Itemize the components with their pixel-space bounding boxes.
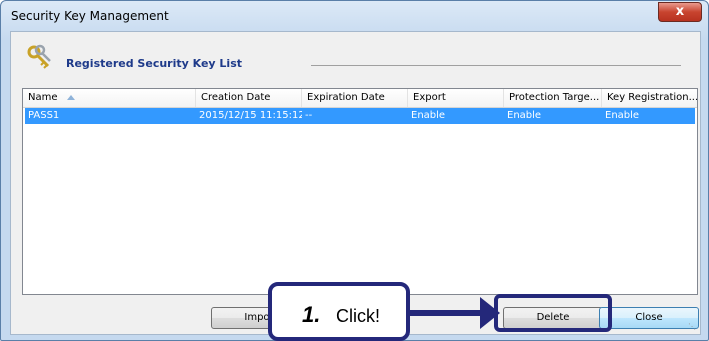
column-header-label: Protection Targe...	[509, 92, 600, 103]
section-title: Registered Security Key List	[66, 57, 242, 70]
cell-export: Enable	[411, 110, 446, 121]
cell-protection-target: Enable	[507, 110, 542, 121]
window-title: Security Key Management	[11, 9, 169, 23]
table-row[interactable]: PASS1 2015/12/15 11:15:12 -- Enable Enab…	[25, 108, 695, 124]
close-button-label: Close	[635, 312, 663, 323]
cell-name: PASS1	[28, 110, 60, 121]
column-headers: Name Creation Date Expiration Date Expor…	[23, 89, 697, 108]
step-callout: 1. Click!	[268, 282, 410, 341]
column-header-label: Key Registration...	[607, 92, 697, 103]
column-header-label: Creation Date	[201, 92, 271, 103]
keys-icon	[27, 44, 51, 69]
column-header-key-registration[interactable]: Key Registration...	[602, 89, 697, 107]
window-close-button[interactable]: x	[658, 2, 702, 22]
column-header-label: Expiration Date	[307, 92, 385, 103]
step-instruction: Click!	[336, 306, 380, 326]
column-header-label: Export	[413, 92, 446, 103]
close-icon: x	[675, 4, 685, 19]
callout-arrow-shaft	[410, 310, 484, 316]
section-header: Registered Security Key List	[11, 32, 700, 87]
close-button[interactable]: Close	[599, 307, 699, 329]
title-bar: Security Key Management x	[1, 1, 708, 31]
column-header-protection-target[interactable]: Protection Targe...	[504, 89, 602, 107]
column-header-expiration-date[interactable]: Expiration Date	[302, 89, 408, 107]
delete-button-highlight	[494, 294, 612, 332]
cell-creation-date: 2015/12/15 11:15:12	[199, 110, 302, 121]
section-divider	[311, 65, 681, 66]
column-header-creation-date[interactable]: Creation Date	[196, 89, 302, 107]
resize-grip-icon[interactable]: ⋱	[688, 322, 698, 332]
cell-key-registration: Enable	[605, 110, 640, 121]
security-key-list[interactable]: Name Creation Date Expiration Date Expor…	[22, 88, 698, 295]
cell-expiration-date: --	[305, 110, 313, 121]
column-header-name[interactable]: Name	[23, 89, 196, 107]
step-number: 1.	[302, 302, 321, 327]
sort-ascending-icon	[67, 95, 75, 100]
column-header-export[interactable]: Export	[408, 89, 504, 107]
column-header-label: Name	[28, 92, 58, 103]
